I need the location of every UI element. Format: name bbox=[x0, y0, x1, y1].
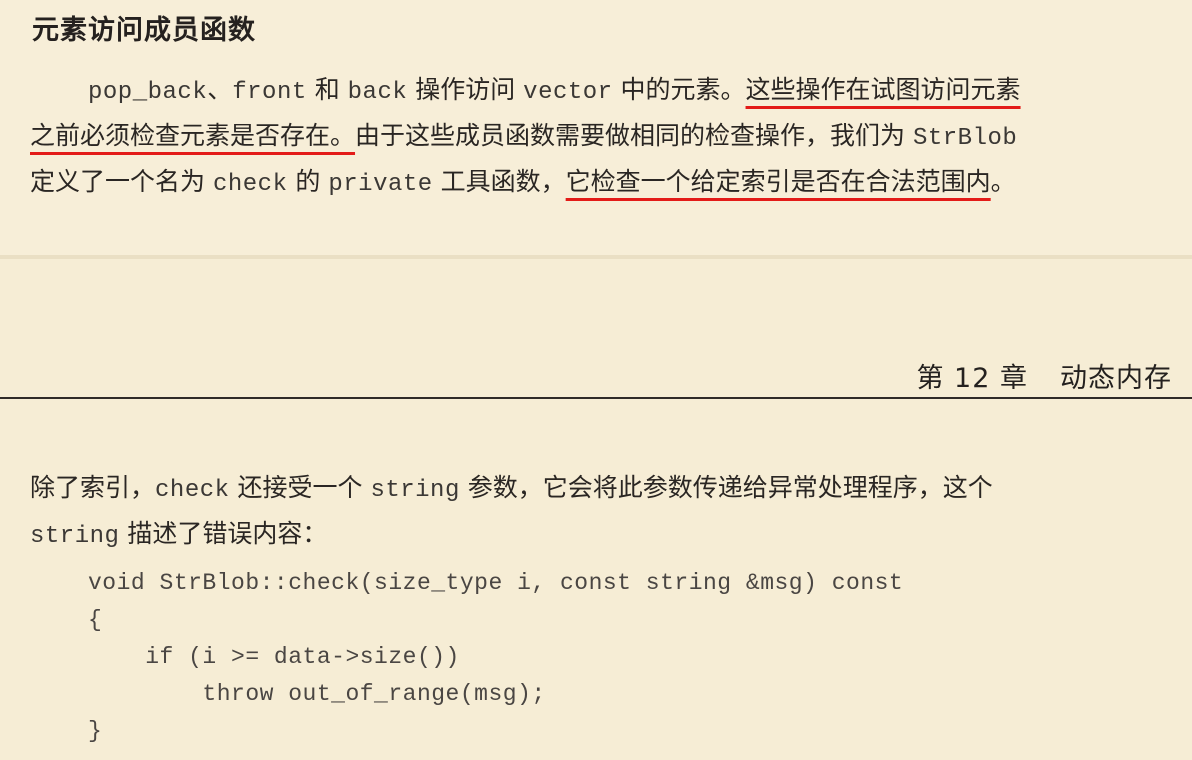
section-heading: 元素访问成员函数 bbox=[32, 15, 256, 46]
code-line: if (i >= data->size()) bbox=[88, 644, 460, 670]
highlighted-text: 这些操作在试图访问元素 bbox=[745, 75, 1021, 104]
chapter-number: 第 12 章 bbox=[916, 363, 1028, 394]
element-access-paragraph: pop_back、front 和 back 操作访问 vector 中的元素。这… bbox=[30, 68, 1180, 206]
text-run: 和 bbox=[306, 75, 348, 104]
page-break-divider bbox=[0, 255, 1192, 259]
text-run: 。 bbox=[990, 167, 1016, 196]
code-term: private bbox=[328, 171, 433, 198]
text-run: 还接受一个 bbox=[229, 473, 371, 502]
code-line: { bbox=[88, 607, 103, 633]
text-run: 操作访问 bbox=[407, 75, 524, 104]
highlighted-text: 之前必须检查元素是否存在。 bbox=[30, 121, 356, 150]
code-term: string bbox=[30, 523, 120, 550]
code-term: check bbox=[212, 171, 288, 198]
code-term: back bbox=[347, 79, 408, 106]
text-run: 参数，它会将此参数传递给异常处理程序，这个 bbox=[459, 473, 993, 502]
check-description-paragraph: 除了索引，check 还接受一个 string 参数，它会将此参数传递给异常处理… bbox=[30, 466, 1180, 558]
book-page: 元素访问成员函数 pop_back、front 和 back 操作访问 vect… bbox=[0, 0, 1192, 760]
text-run: 描述了错误内容： bbox=[119, 519, 328, 548]
text-run: 的 bbox=[287, 167, 329, 196]
text-run: 、 bbox=[207, 75, 233, 104]
code-line: throw out_of_range(msg); bbox=[88, 681, 546, 707]
code-term: vector bbox=[523, 79, 613, 106]
text-run: 工具函数， bbox=[432, 167, 566, 196]
upper-page-section: 元素访问成员函数 pop_back、front 和 back 操作访问 vect… bbox=[0, 0, 1192, 255]
code-line: } bbox=[88, 718, 103, 744]
code-line: void StrBlob::check(size_type i, const s… bbox=[88, 570, 904, 596]
code-term: StrBlob bbox=[912, 125, 1018, 152]
code-term: pop_back bbox=[88, 79, 208, 106]
code-term: check bbox=[155, 477, 230, 504]
text-run: 定义了一个名为 bbox=[30, 167, 213, 196]
text-run: 中的元素。 bbox=[612, 75, 746, 104]
highlighted-text: 它检查一个给定索引是否在合法范围内 bbox=[565, 167, 991, 196]
header-rule bbox=[0, 397, 1192, 399]
chapter-title: 动态内存 bbox=[1060, 363, 1172, 394]
code-term: string bbox=[370, 477, 460, 504]
code-listing: void StrBlob::check(size_type i, const s… bbox=[88, 565, 903, 750]
text-run: 由于这些成员函数需要做相同的检查操作，我们为 bbox=[355, 121, 913, 150]
code-term: front bbox=[232, 79, 307, 106]
text-run: 除了索引， bbox=[30, 473, 156, 502]
chapter-header: 第 12 章 动态内存 bbox=[916, 356, 1172, 395]
